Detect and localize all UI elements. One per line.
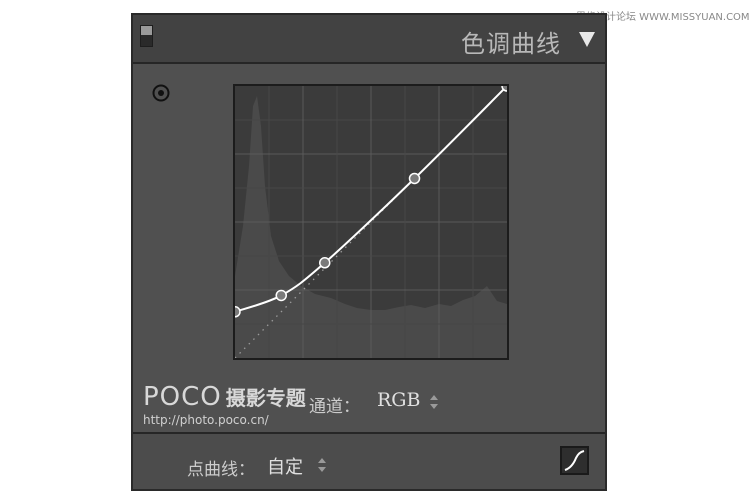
point-curve-stepper-icon[interactable] — [318, 458, 326, 472]
triangle-down-icon[interactable] — [579, 32, 595, 47]
channel-label: 通道： — [309, 397, 360, 417]
panel-header[interactable]: 色调曲线 — [133, 15, 605, 64]
point-curve-label: 点曲线： — [187, 460, 255, 480]
curve-canvas[interactable] — [235, 86, 507, 358]
tone-curve-graph[interactable] — [233, 84, 509, 360]
poco-url: http://photo.poco.cn/ — [143, 413, 269, 427]
poco-logo-text: POCO — [143, 382, 222, 412]
poco-watermark: POCO 摄影专题 http://photo.poco.cn/ — [143, 382, 306, 427]
curve-control-point[interactable] — [235, 306, 241, 318]
tone-curve-panel: 色调曲线 POCO 摄影专题 http://photo.poco.cn/ 通道： … — [131, 13, 607, 491]
panel-title: 色调曲线 — [461, 30, 561, 58]
panel-toggle-switch[interactable] — [140, 25, 153, 47]
curve-control-point[interactable] — [408, 172, 421, 185]
curve-control-point[interactable] — [275, 289, 287, 302]
channel-stepper-icon[interactable] — [430, 395, 438, 409]
point-curve-mode-button[interactable] — [560, 446, 589, 475]
point-curve-select[interactable]: 自定 — [267, 453, 303, 479]
targeted-adjustment-icon[interactable] — [152, 84, 170, 102]
point-curve-icon — [564, 450, 585, 471]
channel-select[interactable]: RGB — [377, 389, 420, 411]
poco-logo-subtitle: 摄影专题 — [225, 386, 306, 410]
curve-control-point[interactable] — [319, 257, 331, 269]
